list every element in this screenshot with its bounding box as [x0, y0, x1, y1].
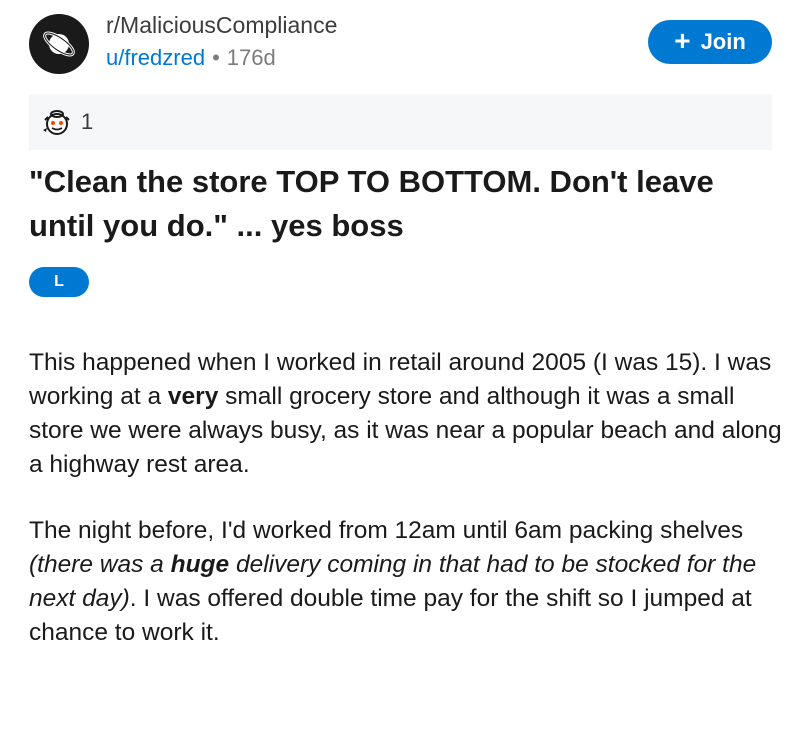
- post-age: 176d: [226, 45, 276, 70]
- body-paragraph: This happened when I worked in retail ar…: [29, 346, 789, 482]
- saturn-planet-icon: [43, 31, 75, 57]
- body-paragraph: The night before, I'd worked from 12am u…: [29, 514, 789, 650]
- post-flair[interactable]: L: [29, 267, 89, 297]
- post-header: r/MaliciousCompliance u/fredzred • 176d + …: [0, 0, 800, 90]
- subreddit-avatar[interactable]: [29, 14, 89, 74]
- post-title[interactable]: "Clean the store TOP TO BOTTOM. Don't le…: [29, 160, 774, 248]
- body-bold-text: very: [167, 383, 219, 410]
- award-bar: 1: [29, 94, 772, 150]
- body-bold-text: huge: [170, 551, 230, 578]
- body-text: . I was offered double time pay for the …: [29, 585, 752, 646]
- plus-icon: +: [674, 25, 691, 56]
- join-button[interactable]: + Join: [648, 20, 772, 64]
- join-label: Join: [700, 29, 746, 54]
- post-body: This happened when I worked in retail ar…: [29, 346, 789, 650]
- post-meta: u/fredzred • 176d: [106, 45, 276, 71]
- subreddit-name[interactable]: r/MaliciousCompliance: [106, 12, 337, 39]
- author-link[interactable]: u/fredzred: [106, 45, 205, 70]
- award-icon[interactable]: [39, 104, 75, 140]
- body-italic-text: (there was a: [29, 551, 171, 578]
- meta-separator: •: [212, 45, 220, 70]
- award-count: 1: [81, 109, 94, 134]
- body-italic-bold-text: huge: [171, 551, 230, 578]
- body-text: The night before, I'd worked from 12am u…: [29, 517, 744, 544]
